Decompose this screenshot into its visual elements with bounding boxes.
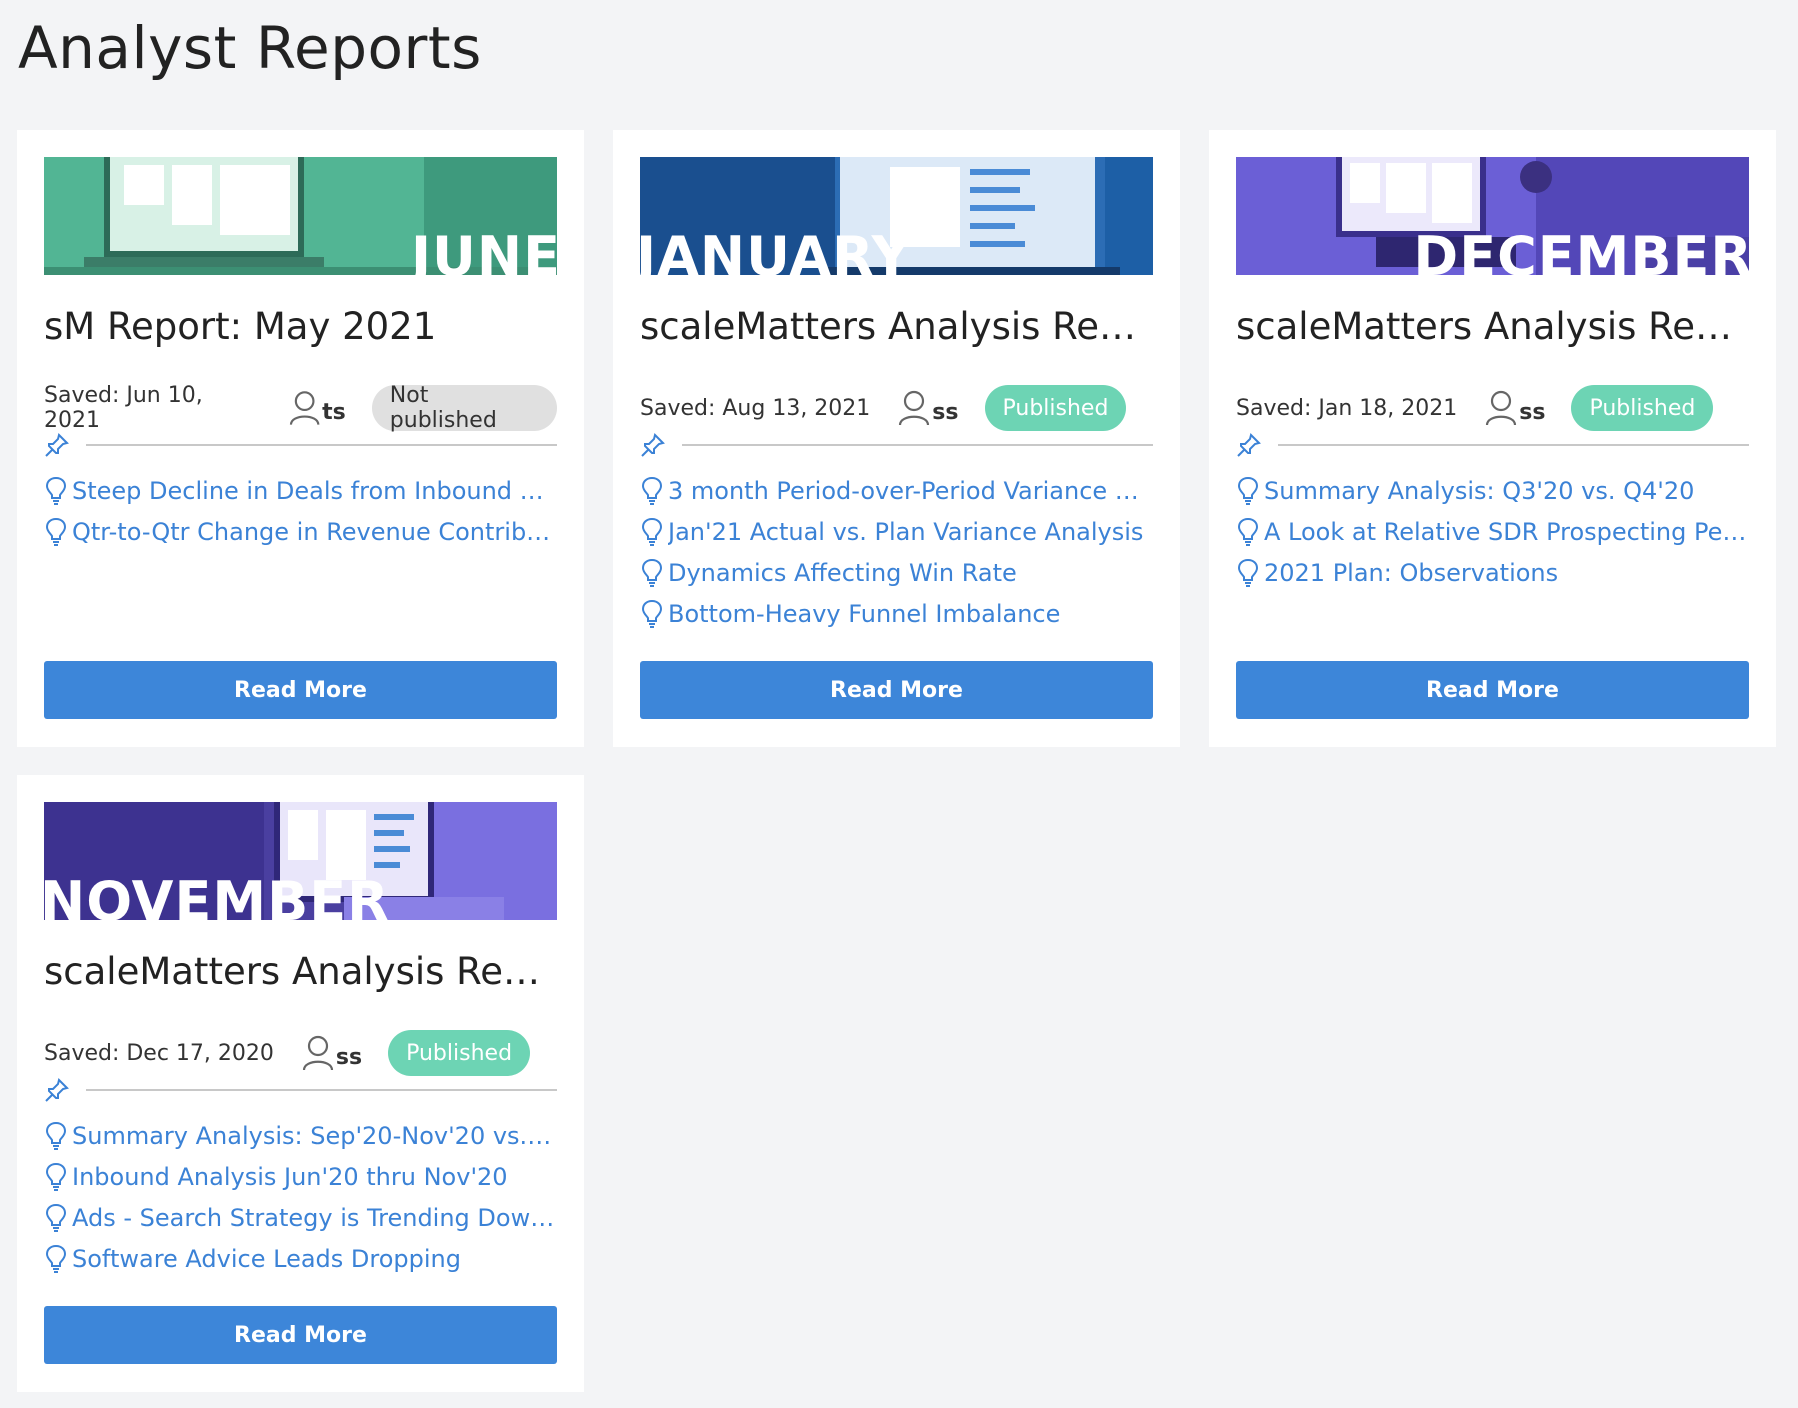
insight-text: Inbound Analysis Jun'20 thru Nov'20 — [72, 1162, 508, 1191]
pin-icon[interactable] — [640, 432, 666, 458]
banner-month-label: DECEMBER — [1413, 225, 1749, 276]
insight-text: Bottom-Heavy Funnel Imbalance — [668, 599, 1061, 628]
insight-list: Steep Decline in Deals from Inbound Un..… — [44, 470, 557, 552]
lightbulb-icon — [45, 1121, 67, 1150]
lightbulb-icon — [641, 517, 663, 546]
insight-text: 3 month Period-over-Period Variance A... — [668, 476, 1153, 505]
user-initials: ss — [1519, 399, 1546, 425]
insight-link[interactable]: Dynamics Affecting Win Rate — [640, 552, 1153, 593]
read-more-button[interactable]: Read More — [1236, 661, 1749, 719]
user-icon — [1486, 390, 1517, 426]
insight-link[interactable]: Bottom-Heavy Funnel Imbalance — [640, 593, 1153, 634]
insight-link[interactable]: 3 month Period-over-Period Variance A... — [640, 470, 1153, 511]
insight-link[interactable]: Jan'21 Actual vs. Plan Variance Analysis — [640, 511, 1153, 552]
report-meta: Saved: Jun 10, 2021 ts Not published — [44, 383, 557, 433]
insight-text: Summary Analysis: Sep'20-Nov'20 vs. J... — [72, 1121, 557, 1150]
pin-icon[interactable] — [1236, 432, 1262, 458]
user-icon — [302, 1035, 334, 1071]
insight-link[interactable]: Qtr-to-Qtr Change in Revenue Contribut..… — [44, 511, 557, 552]
status-badge: Not published — [371, 383, 557, 433]
pinned-divider — [640, 430, 1153, 460]
report-card: DECEMBER scaleMatters Analysis Repo... S… — [1209, 130, 1776, 747]
saved-date: Saved: Aug 13, 2021 — [640, 395, 871, 421]
insight-link[interactable]: A Look at Relative SDR Prospecting Per..… — [1236, 511, 1749, 552]
lightbulb-icon — [641, 599, 663, 628]
status-badge: Published — [388, 1030, 531, 1076]
report-banner-image[interactable]: JUNE — [44, 157, 557, 275]
divider-line — [86, 1089, 557, 1091]
saved-date: Saved: Jun 10, 2021 — [44, 383, 203, 433]
read-more-button[interactable]: Read More — [44, 1306, 557, 1364]
read-more-button[interactable]: Read More — [640, 661, 1153, 719]
insight-link[interactable]: Summary Analysis: Q3'20 vs. Q4'20 — [1236, 470, 1749, 511]
user-initials: ts — [322, 399, 346, 425]
report-meta: Saved: Aug 13, 2021 ss Published — [640, 384, 1153, 432]
report-banner-image[interactable]: NOVEMBER — [44, 802, 557, 920]
divider-line — [682, 444, 1153, 446]
pinned-divider — [44, 430, 557, 460]
insight-text: Summary Analysis: Q3'20 vs. Q4'20 — [1264, 476, 1695, 505]
insight-text: Steep Decline in Deals from Inbound Un..… — [72, 476, 557, 505]
divider-line — [86, 444, 557, 446]
insight-link[interactable]: Steep Decline in Deals from Inbound Un..… — [44, 470, 557, 511]
insight-text: Jan'21 Actual vs. Plan Variance Analysis — [668, 517, 1144, 546]
insight-text: Software Advice Leads Dropping — [72, 1244, 461, 1273]
insight-list: Summary Analysis: Q3'20 vs. Q4'20 A Look… — [1236, 470, 1749, 593]
lightbulb-icon — [45, 1244, 67, 1273]
insight-link[interactable]: Summary Analysis: Sep'20-Nov'20 vs. J... — [44, 1115, 557, 1156]
insight-link[interactable]: Software Advice Leads Dropping — [44, 1238, 557, 1279]
report-title[interactable]: scaleMatters Analysis Repo... — [44, 950, 557, 993]
pin-icon[interactable] — [44, 1077, 70, 1103]
status-badge: Published — [1571, 385, 1714, 431]
user-icon — [289, 391, 320, 425]
report-meta: Saved: Jan 18, 2021 ss Published — [1236, 384, 1749, 432]
lightbulb-icon — [45, 1162, 67, 1191]
report-title[interactable]: sM Report: May 2021 — [44, 305, 557, 348]
pin-icon[interactable] — [44, 432, 70, 458]
user-icon — [899, 390, 930, 426]
pinned-divider — [44, 1075, 557, 1105]
user-initials: ss — [335, 1044, 363, 1070]
lightbulb-icon — [641, 476, 663, 505]
status-badge: Published — [984, 385, 1127, 431]
lightbulb-icon — [1237, 476, 1259, 505]
insight-text: Ads - Search Strategy is Trending Down..… — [72, 1203, 557, 1232]
report-banner-image[interactable]: JANUARY — [640, 157, 1153, 275]
lightbulb-icon — [641, 558, 663, 587]
report-banner-image[interactable]: DECEMBER — [1236, 157, 1749, 275]
insight-link[interactable]: 2021 Plan: Observations — [1236, 552, 1749, 593]
banner-month-label: NOVEMBER — [44, 870, 390, 921]
analyst-reports-page: Analyst Reports JUNE sM Report: May 2021 — [0, 0, 1798, 1408]
page-title: Analyst Reports — [18, 14, 482, 82]
insight-text: A Look at Relative SDR Prospecting Per..… — [1264, 517, 1749, 546]
report-card: JUNE sM Report: May 2021 Saved: Jun 10, … — [17, 130, 584, 747]
report-title[interactable]: scaleMatters Analysis Repo... — [1236, 305, 1749, 348]
insight-list: 3 month Period-over-Period Variance A...… — [640, 470, 1153, 634]
insight-link[interactable]: Ads - Search Strategy is Trending Down..… — [44, 1197, 557, 1238]
saved-date: Saved: Dec 17, 2020 — [44, 1040, 274, 1066]
report-meta: Saved: Dec 17, 2020 ss Published — [44, 1029, 557, 1077]
read-more-button[interactable]: Read More — [44, 661, 557, 719]
saved-date: Saved: Jan 18, 2021 — [1236, 395, 1458, 421]
lightbulb-icon — [1237, 517, 1259, 546]
insight-text: Dynamics Affecting Win Rate — [668, 558, 1017, 587]
report-title[interactable]: scaleMatters Analysis Report — [640, 305, 1153, 348]
report-card: JANUARY scaleMatters Analysis Report Sav… — [613, 130, 1180, 747]
lightbulb-icon — [45, 1203, 67, 1232]
lightbulb-icon — [1237, 558, 1259, 587]
user-initials: ss — [932, 399, 959, 425]
banner-month-label: JUNE — [410, 225, 557, 276]
insight-text: 2021 Plan: Observations — [1264, 558, 1559, 587]
report-card: NOVEMBER scaleMatters Analysis Repo... S… — [17, 775, 584, 1392]
insight-list: Summary Analysis: Sep'20-Nov'20 vs. J...… — [44, 1115, 557, 1279]
divider-line — [1278, 444, 1749, 446]
insight-link[interactable]: Inbound Analysis Jun'20 thru Nov'20 — [44, 1156, 557, 1197]
lightbulb-icon — [45, 476, 67, 505]
banner-month-label: JANUARY — [640, 225, 912, 276]
lightbulb-icon — [45, 517, 67, 546]
pinned-divider — [1236, 430, 1749, 460]
insight-text: Qtr-to-Qtr Change in Revenue Contribut..… — [72, 517, 557, 546]
